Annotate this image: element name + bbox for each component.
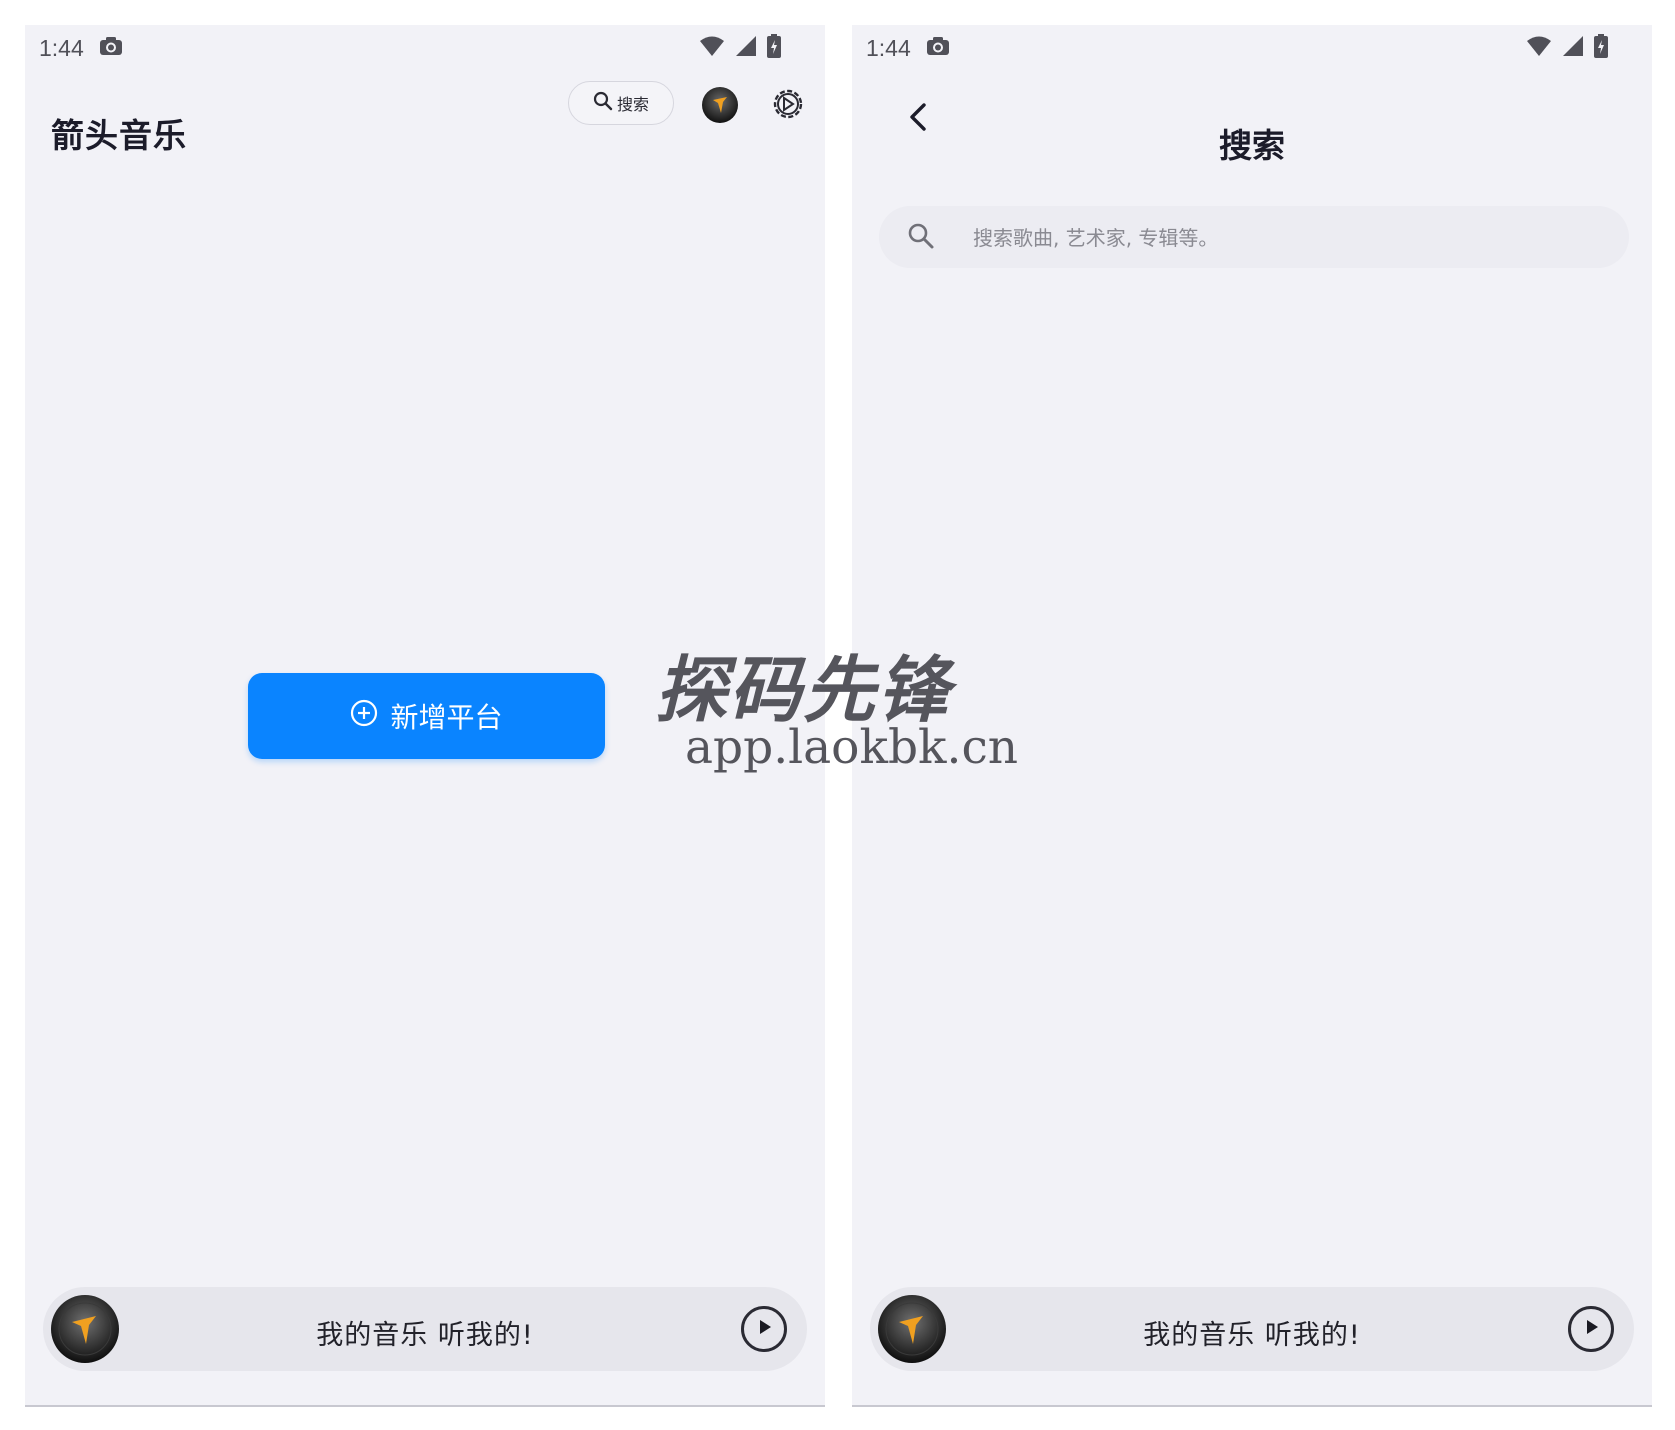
status-bar: 1:44 bbox=[852, 25, 1652, 71]
wifi-icon bbox=[1526, 35, 1552, 61]
search-field[interactable] bbox=[879, 206, 1629, 270]
mini-player[interactable]: 我的音乐 听我的! bbox=[43, 1287, 807, 1371]
signal-icon bbox=[1562, 35, 1584, 61]
camera-icon bbox=[926, 35, 950, 61]
battery-icon bbox=[767, 34, 781, 62]
settings-gear-icon[interactable] bbox=[771, 87, 805, 125]
player-track-text: 我的音乐 听我的! bbox=[1143, 1320, 1361, 1351]
home-screen: 1:44 箭头音乐 搜索 新增平台 我的音乐 听我的! bbox=[25, 25, 825, 1407]
signal-icon bbox=[735, 35, 757, 61]
camera-icon bbox=[99, 35, 123, 61]
search-icon bbox=[907, 222, 935, 254]
status-time: 1:44 bbox=[866, 35, 911, 61]
play-button[interactable] bbox=[741, 1306, 787, 1352]
vinyl-disc-icon[interactable] bbox=[701, 86, 739, 128]
play-icon bbox=[1582, 1318, 1600, 1340]
page-title: 搜索 bbox=[1219, 126, 1285, 165]
search-input[interactable] bbox=[971, 206, 1605, 270]
add-platform-button[interactable]: 新增平台 bbox=[248, 673, 605, 759]
battery-icon bbox=[1594, 34, 1608, 62]
player-track-text: 我的音乐 听我的! bbox=[316, 1320, 534, 1351]
search-button[interactable]: 搜索 bbox=[568, 81, 674, 125]
status-time: 1:44 bbox=[39, 35, 84, 61]
plus-circle-icon bbox=[350, 699, 378, 734]
play-icon bbox=[755, 1318, 773, 1340]
search-button-label: 搜索 bbox=[616, 95, 649, 114]
wifi-icon bbox=[699, 35, 725, 61]
search-screen: 1:44 搜索 搜索歌曲, 艺术家, 专辑等。 我的音乐 听我的! bbox=[852, 25, 1652, 1407]
add-platform-label: 新增平台 bbox=[390, 701, 503, 734]
play-button[interactable] bbox=[1568, 1306, 1614, 1352]
status-bar: 1:44 bbox=[25, 25, 825, 71]
app-title: 箭头音乐 bbox=[51, 116, 187, 155]
search-icon bbox=[593, 91, 613, 115]
mini-player[interactable]: 我的音乐 听我的! bbox=[870, 1287, 1634, 1371]
